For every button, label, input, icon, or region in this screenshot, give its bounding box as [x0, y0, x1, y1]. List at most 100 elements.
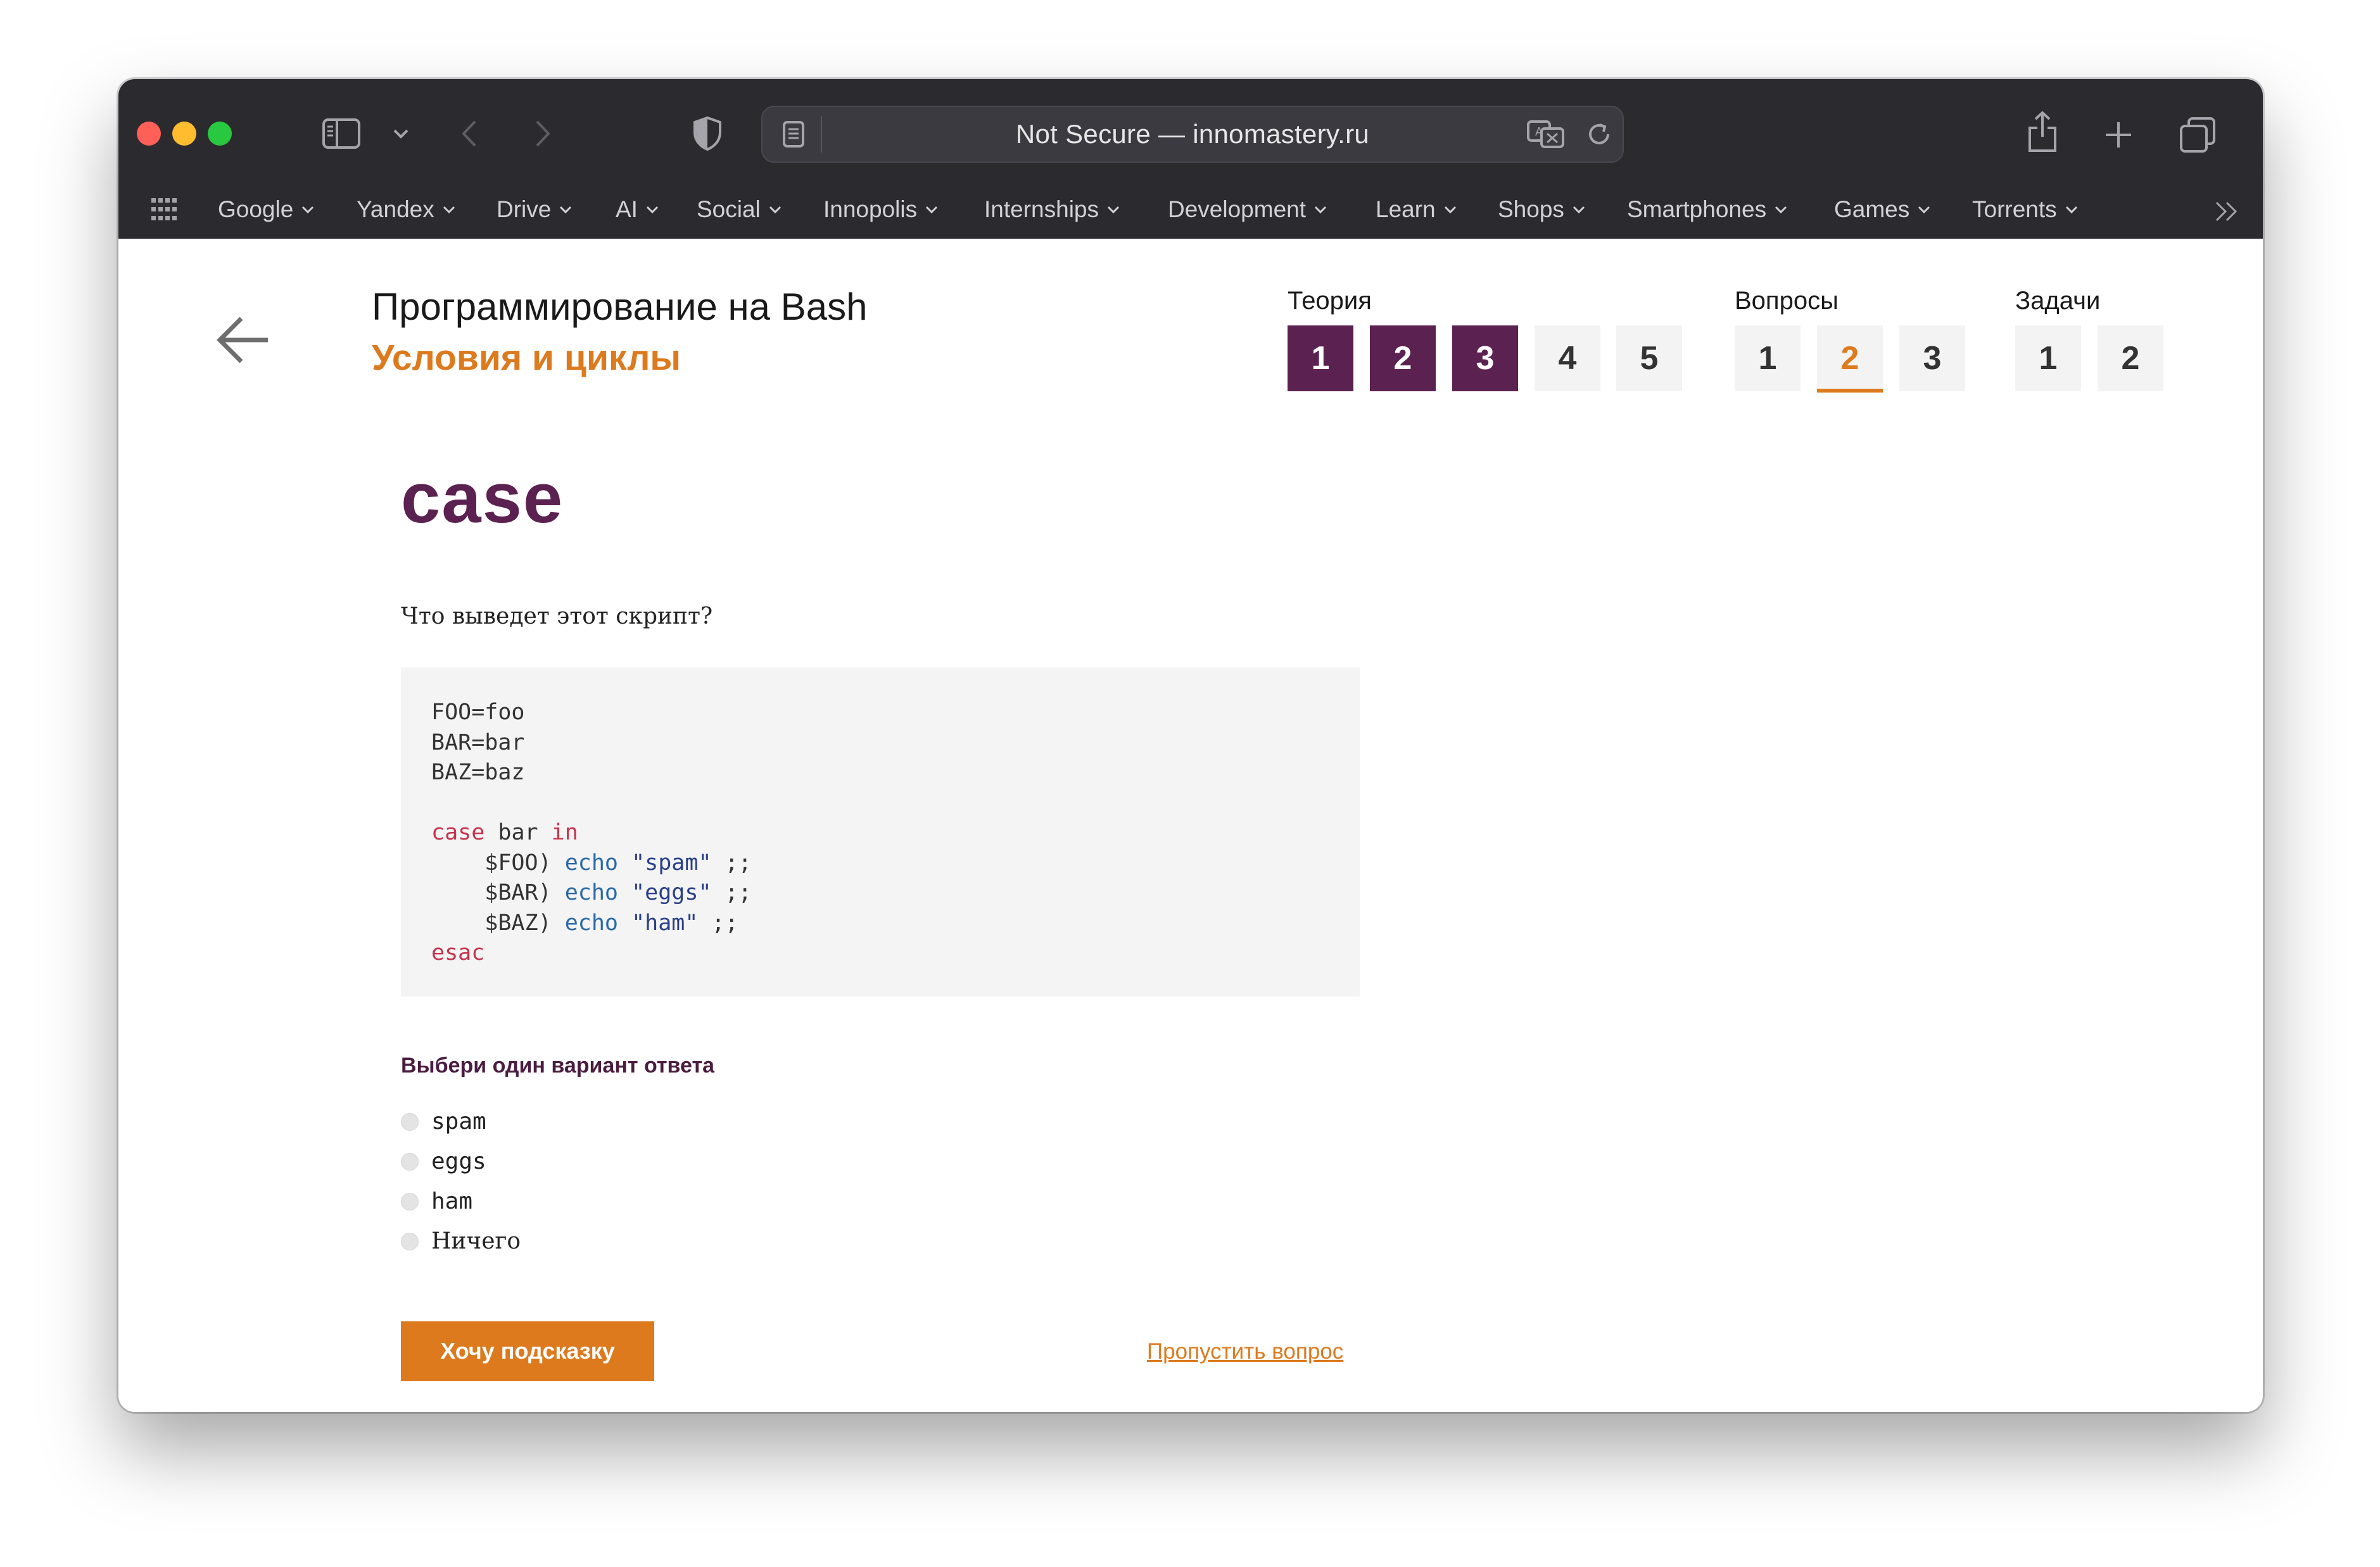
- bookmark-label: Google: [218, 196, 294, 222]
- bookmark-yandex[interactable]: Yandex: [357, 180, 456, 239]
- back-arrow-icon[interactable]: [215, 312, 272, 368]
- code-builtin: echo: [564, 880, 619, 905]
- lesson-title: Условия и циклы: [372, 337, 681, 378]
- svg-text:A: A: [1535, 125, 1543, 139]
- bookmark-internships[interactable]: Internships: [984, 180, 1120, 239]
- bookmark-google[interactable]: Google: [218, 180, 315, 239]
- code-block: FOO=foo BAR=bar BAZ=baz case bar in $FOO…: [401, 667, 1360, 997]
- chevron-down-icon: [2065, 206, 2077, 214]
- browser-toolbar: Not Secure — innomastery.ru A Google Yan…: [118, 79, 2263, 239]
- code-text: ;;: [698, 910, 738, 936]
- code-text: ;;: [711, 880, 752, 905]
- chevron-down-icon: [926, 206, 938, 214]
- bookmark-label: Learn: [1376, 196, 1436, 222]
- code-text: ;;: [711, 850, 752, 876]
- bookmark-label: Drive: [497, 196, 552, 222]
- chevron-down-icon: [1314, 206, 1327, 214]
- address-text[interactable]: Not Secure — innomastery.ru: [763, 107, 1623, 161]
- bookmark-label: Social: [697, 196, 761, 222]
- bookmark-shops[interactable]: Shops: [1498, 180, 1586, 239]
- bookmark-development[interactable]: Development: [1168, 180, 1327, 239]
- tasks-label: Задачи: [2015, 287, 2101, 315]
- forward-icon[interactable]: [528, 118, 558, 149]
- bookmark-label: Torrents: [1972, 196, 2057, 222]
- translate-icon[interactable]: A: [1526, 118, 1566, 150]
- more-bookmarks-icon[interactable]: [2212, 197, 2241, 226]
- code-keyword: case: [431, 820, 485, 845]
- code-builtin: echo: [564, 850, 619, 876]
- option-label: ham: [431, 1188, 473, 1214]
- bookmark-label: AI: [616, 196, 638, 222]
- answer-option-spam[interactable]: spam: [401, 1109, 486, 1135]
- code-builtin: echo: [564, 910, 619, 936]
- radio-button[interactable]: [401, 1152, 419, 1171]
- new-tab-icon[interactable]: [2099, 116, 2137, 154]
- code-string: "eggs": [631, 880, 712, 905]
- zoom-window-button[interactable]: [208, 122, 232, 146]
- bookmark-drive[interactable]: Drive: [497, 180, 573, 239]
- answer-option-eggs[interactable]: eggs: [401, 1149, 486, 1174]
- close-window-button[interactable]: [137, 122, 161, 146]
- bookmark-label: Innopolis: [823, 196, 918, 222]
- code-keyword: in: [551, 820, 578, 845]
- tab-overview-icon[interactable]: [2177, 115, 2219, 155]
- code-line: BAR=bar: [431, 729, 525, 755]
- theory-tile-1[interactable]: 1: [1288, 325, 1353, 391]
- chevron-down-icon: [769, 206, 781, 214]
- address-bar[interactable]: Not Secure — innomastery.ru A: [761, 106, 1624, 163]
- bookmark-games[interactable]: Games: [1834, 180, 1931, 239]
- code-text: $BAR): [431, 880, 565, 905]
- theory-tile-3[interactable]: 3: [1452, 325, 1518, 391]
- page-content: Программирование на Bash Условия и циклы…: [118, 239, 2263, 1412]
- bookmark-ai[interactable]: AI: [616, 180, 659, 239]
- theory-tile-4[interactable]: 4: [1535, 325, 1600, 391]
- radio-button[interactable]: [401, 1112, 419, 1131]
- apps-grid-icon[interactable]: [150, 197, 178, 222]
- questions-label: Вопросы: [1735, 287, 1839, 315]
- bookmark-label: Yandex: [357, 196, 434, 222]
- bookmark-label: Development: [1168, 196, 1307, 222]
- code-line: FOO=foo: [431, 700, 525, 725]
- share-icon[interactable]: [2023, 107, 2061, 158]
- chevron-down-icon: [646, 206, 659, 214]
- theory-tile-2[interactable]: 2: [1370, 325, 1436, 391]
- answer-option-ham[interactable]: ham: [401, 1188, 472, 1214]
- bookmark-smartphones[interactable]: Smartphones: [1627, 180, 1788, 239]
- back-icon[interactable]: [454, 118, 484, 149]
- radio-button[interactable]: [401, 1232, 419, 1250]
- theory-label: Теория: [1288, 287, 1372, 315]
- task-tile-1[interactable]: 1: [2015, 325, 2081, 391]
- code-text: $FOO): [431, 850, 565, 876]
- skip-question-link[interactable]: Пропустить вопрос: [1147, 1339, 1343, 1364]
- chevron-down-icon: [302, 206, 314, 214]
- hint-button[interactable]: Хочу подсказку: [401, 1321, 654, 1381]
- bookmarks-bar: Google Yandex Drive AI Social Innopolis …: [118, 180, 2263, 239]
- code-listing: FOO=foo BAR=bar BAZ=baz case bar in $FOO…: [431, 698, 752, 969]
- chevron-down-icon: [1918, 206, 1930, 214]
- task-tile-2[interactable]: 2: [2098, 325, 2163, 391]
- code-text: $BAZ): [431, 910, 565, 936]
- code-string: "ham": [631, 910, 699, 936]
- chevron-down-icon: [1775, 206, 1787, 214]
- code-line: BAZ=baz: [431, 760, 525, 785]
- reload-icon[interactable]: [1583, 118, 1615, 150]
- code-keyword: esac: [431, 940, 485, 966]
- bookmark-label: Smartphones: [1627, 196, 1767, 222]
- question-tile-2[interactable]: 2: [1817, 325, 1883, 393]
- theory-tile-5[interactable]: 5: [1616, 325, 1682, 391]
- question-tile-3[interactable]: 3: [1899, 325, 1965, 391]
- bookmark-learn[interactable]: Learn: [1376, 180, 1457, 239]
- chevron-down-icon[interactable]: [389, 122, 412, 145]
- privacy-shield-icon[interactable]: [688, 115, 726, 153]
- bookmark-social[interactable]: Social: [697, 180, 782, 239]
- answer-option-nothing[interactable]: Ничего: [401, 1228, 521, 1254]
- radio-button[interactable]: [401, 1192, 419, 1211]
- minimize-window-button[interactable]: [172, 122, 196, 146]
- code-string: "spam": [631, 850, 712, 876]
- sidebar-icon[interactable]: [321, 116, 362, 151]
- question-tile-1[interactable]: 1: [1735, 325, 1801, 391]
- answer-instructions: Выбери один вариант ответа: [401, 1054, 715, 1078]
- bookmark-torrents[interactable]: Torrents: [1972, 180, 2079, 239]
- chevron-down-icon: [1573, 206, 1585, 214]
- bookmark-innopolis[interactable]: Innopolis: [823, 180, 939, 239]
